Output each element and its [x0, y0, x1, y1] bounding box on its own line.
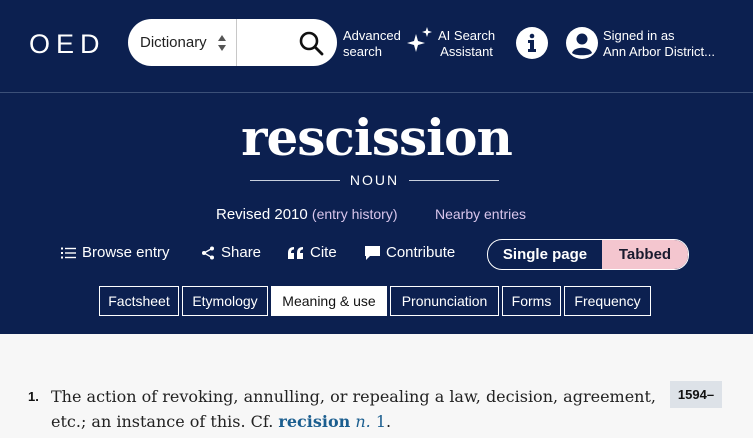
- info-button[interactable]: [516, 27, 548, 59]
- tab-etymology[interactable]: Etymology: [182, 286, 268, 316]
- dictionary-select-value: Dictionary: [140, 34, 207, 51]
- cross-reference-link[interactable]: recision: [278, 412, 350, 431]
- comment-icon: [365, 245, 380, 260]
- oed-logo[interactable]: OED: [29, 29, 106, 60]
- tab-frequency[interactable]: Frequency: [564, 286, 651, 316]
- view-toggle: Single page Tabbed: [487, 239, 689, 270]
- updown-arrows-icon: [218, 35, 226, 51]
- info-icon: [528, 33, 536, 52]
- contribute-label: Contribute: [386, 244, 456, 261]
- sense-date-badge[interactable]: 1594–: [670, 381, 722, 408]
- definition-text: The action of revoking, annulling, or re…: [51, 387, 656, 431]
- advanced-search-link[interactable]: Advanced search: [343, 28, 401, 60]
- single-page-toggle[interactable]: Single page: [488, 240, 602, 269]
- site-header: OED Dictionary Advanced search AI Search…: [0, 0, 753, 334]
- cross-reference-pos: n.: [355, 412, 371, 431]
- signed-in-line1: Signed in as: [603, 28, 675, 43]
- share-label: Share: [221, 244, 262, 261]
- search-icon: [299, 31, 324, 56]
- dictionary-select[interactable]: Dictionary: [128, 19, 237, 66]
- sense-definition: The action of revoking, annulling, or re…: [51, 384, 661, 434]
- search-button[interactable]: [294, 26, 328, 60]
- ai-search-line1: AI Search: [438, 28, 496, 43]
- top-bar: OED Dictionary Advanced search AI Search…: [0, 0, 753, 93]
- ai-search-line2: Assistant: [440, 44, 493, 59]
- signed-in-status[interactable]: Signed in as Ann Arbor District...: [603, 28, 715, 60]
- tabbed-toggle[interactable]: Tabbed: [602, 240, 688, 269]
- search-bar: Dictionary: [128, 19, 337, 66]
- browse-entry-label: Browse entry: [82, 244, 170, 261]
- tab-factsheet[interactable]: Factsheet: [99, 286, 179, 316]
- advanced-search-line1: Advanced: [343, 28, 401, 43]
- cite-button[interactable]: Cite: [288, 244, 337, 261]
- search-input[interactable]: [238, 27, 297, 59]
- part-of-speech: NOUN: [250, 171, 499, 191]
- list-icon: [61, 247, 76, 258]
- headword: rescission: [241, 108, 513, 167]
- signed-in-line2: Ann Arbor District...: [603, 44, 715, 59]
- pos-rule-right: [409, 180, 499, 181]
- sense-number: 1.: [28, 389, 39, 404]
- definition-period: .: [386, 412, 392, 431]
- cite-label: Cite: [310, 244, 337, 261]
- advanced-search-line2: search: [343, 44, 383, 59]
- sparkle-icon: [407, 27, 432, 52]
- share-icon: [202, 246, 214, 259]
- user-account-icon[interactable]: [566, 27, 598, 59]
- quote-icon: [288, 246, 303, 259]
- revised-date: Revised 2010: [216, 206, 308, 223]
- tab-meaning-use[interactable]: Meaning & use: [271, 286, 387, 316]
- tab-forms[interactable]: Forms: [502, 286, 561, 316]
- tab-pronunciation[interactable]: Pronunciation: [390, 286, 499, 316]
- contribute-button[interactable]: Contribute: [365, 244, 455, 261]
- section-tabs: Factsheet Etymology Meaning & use Pronun…: [99, 286, 654, 316]
- ai-search-assistant-link[interactable]: AI Search Assistant: [406, 26, 495, 60]
- revision-info: Revised 2010 (entry history): [216, 206, 397, 223]
- nearby-entries-link[interactable]: Nearby entries: [435, 206, 526, 222]
- cross-reference-number: 1: [375, 412, 387, 431]
- share-button[interactable]: Share: [201, 244, 261, 261]
- entry-history-link[interactable]: (entry history): [312, 206, 398, 222]
- browse-entry-button[interactable]: Browse entry: [61, 244, 170, 261]
